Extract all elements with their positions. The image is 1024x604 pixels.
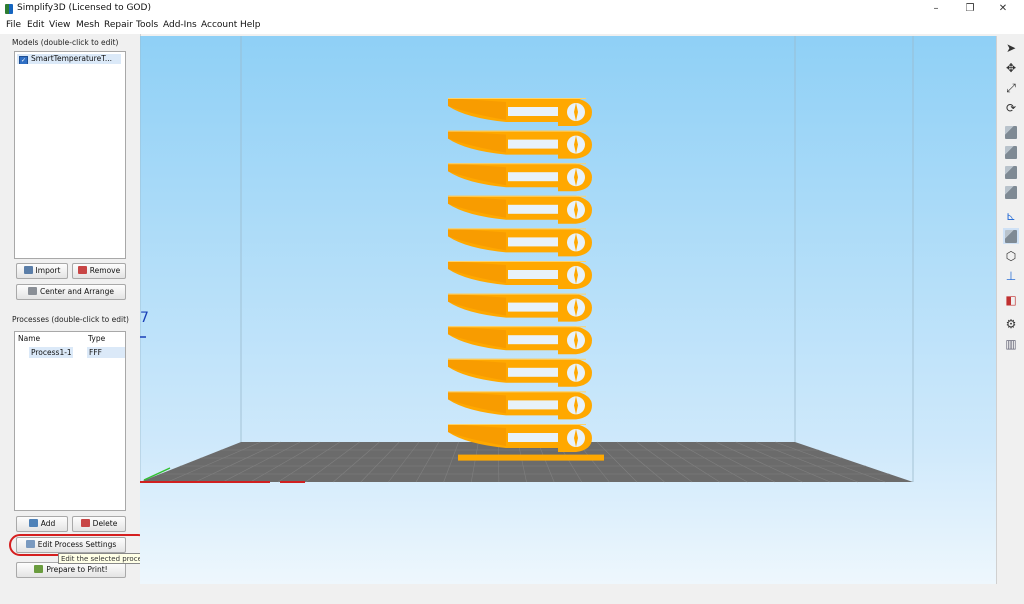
models-list[interactable]: ✓ SmartTemperatureT...: [14, 51, 126, 259]
settings-gear-icon[interactable]: ⚙: [1003, 316, 1019, 332]
menu-repair[interactable]: Repair: [104, 20, 133, 30]
col-type-header[interactable]: Type: [88, 334, 105, 343]
add-process-button[interactable]: Add: [16, 516, 68, 532]
remove-icon: [77, 266, 87, 274]
menu-tools[interactable]: Tools: [136, 20, 158, 30]
models-group-label: Models (double-click to edit): [12, 38, 119, 47]
move-icon[interactable]: ✥: [1003, 60, 1019, 76]
menu-account[interactable]: Account: [201, 20, 237, 30]
prepare-label: Prepare to Print!: [46, 565, 108, 574]
import-icon: [23, 266, 33, 274]
model-visible-checkbox[interactable]: ✓: [19, 56, 28, 64]
import-button[interactable]: Import: [16, 263, 68, 279]
view-left-icon[interactable]: [1003, 164, 1019, 180]
center-arrange-icon: [27, 287, 37, 295]
rotate-icon[interactable]: ⟳: [1003, 100, 1019, 116]
view-top-icon[interactable]: [1003, 144, 1019, 160]
solid-view-icon[interactable]: [1003, 228, 1019, 244]
view-toolbar: ➤ ✥ ⤢ ⟳ ⊾ ⬡ ⊥ ◧ ⚙ ▥: [996, 36, 1024, 584]
remove-label: Remove: [89, 266, 121, 275]
app-logo-icon: [5, 4, 13, 14]
window-title: Simplify3D (Licensed to GOD): [17, 3, 151, 13]
menu-view[interactable]: View: [49, 20, 70, 30]
process-row[interactable]: Process1-1 FFF: [17, 347, 125, 358]
layers-icon[interactable]: ▥: [1003, 336, 1019, 352]
wireframe-view-icon[interactable]: ⬡: [1003, 248, 1019, 264]
axes-icon[interactable]: ⊾: [1003, 208, 1019, 224]
axis-marker-label: 7: [140, 310, 149, 326]
center-arrange-label: Center and Arrange: [39, 287, 114, 296]
menu-file[interactable]: File: [6, 20, 21, 30]
center-arrange-button[interactable]: Center and Arrange: [16, 284, 126, 300]
menu-add-ins[interactable]: Add-Ins: [163, 20, 197, 30]
left-panel: Models (double-click to edit) ✓ SmartTemp…: [0, 34, 141, 584]
view-front-icon[interactable]: [1003, 124, 1019, 140]
processes-group-label: Processes (double-click to edit): [12, 315, 129, 324]
col-name-header[interactable]: Name: [18, 334, 40, 343]
processes-list-header: Name Type: [15, 332, 125, 343]
model-list-item[interactable]: ✓ SmartTemperatureT...: [17, 54, 121, 64]
close-button[interactable]: ✕: [988, 0, 1018, 18]
delete-process-button[interactable]: Delete: [72, 516, 126, 532]
menu-mesh[interactable]: Mesh: [76, 20, 100, 30]
prepare-to-print-button[interactable]: Prepare to Print!: [16, 562, 126, 578]
process-name-cell: Process1-1: [29, 347, 73, 358]
viewport-canvas[interactable]: 7: [139, 36, 996, 584]
tower-base: [458, 454, 604, 461]
process-type-cell: FFF: [87, 347, 125, 358]
select-arrow-icon[interactable]: ➤: [1003, 40, 1019, 56]
prepare-print-icon: [34, 565, 44, 573]
cross-section-icon[interactable]: ◧: [1003, 292, 1019, 308]
scale-icon[interactable]: ⤢: [1003, 80, 1019, 96]
title-bar: Simplify3D (Licensed to GOD) – ❐ ✕: [0, 0, 1024, 18]
delete-process-icon: [80, 519, 90, 527]
maximize-button[interactable]: ❐: [955, 0, 985, 18]
add-process-icon: [28, 519, 38, 527]
delete-label: Delete: [92, 519, 118, 528]
view-right-icon[interactable]: [1003, 184, 1019, 200]
minimize-button[interactable]: –: [921, 0, 951, 18]
add-label: Add: [40, 519, 56, 528]
model-name: SmartTemperatureT...: [31, 54, 113, 63]
3d-viewport[interactable]: 7: [139, 36, 996, 584]
remove-button[interactable]: Remove: [72, 263, 126, 279]
origin-icon[interactable]: ⊥: [1003, 268, 1019, 284]
menu-edit[interactable]: Edit: [27, 20, 44, 30]
import-label: Import: [35, 266, 61, 275]
processes-list[interactable]: Name Type Process1-1 FFF: [14, 331, 126, 511]
menu-help[interactable]: Help: [240, 20, 261, 30]
menu-bar: File Edit View Mesh Repair Tools Add-Ins…: [0, 18, 1024, 34]
